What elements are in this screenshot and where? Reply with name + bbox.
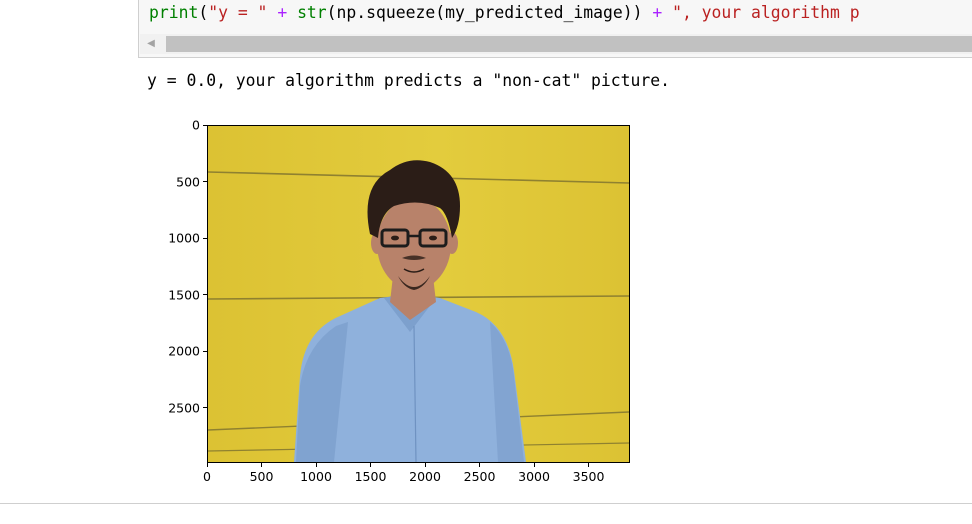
y-tick-label: 0	[192, 117, 200, 133]
code-token: +	[652, 3, 663, 22]
x-tick-label: 1000	[300, 469, 332, 484]
code-token: print	[149, 3, 199, 22]
code-token: (np.squeeze(my_predicted_image))	[326, 3, 643, 22]
x-tick-label: 3500	[572, 469, 605, 484]
photo-face	[377, 198, 451, 290]
y-tick	[203, 124, 207, 126]
code-token: +	[277, 3, 288, 22]
y-tick	[203, 294, 207, 296]
y-tick	[203, 181, 207, 183]
figure: 0 500 1000 1500 2000 2500 3000 3500 0 500 1000 1500…	[140, 110, 660, 490]
displayed-photo	[208, 126, 629, 462]
x-tick-label: 2500	[463, 469, 496, 484]
code-token: ", your algorithm p	[672, 3, 860, 22]
x-tick	[588, 463, 590, 467]
y-tick-label: 1000	[168, 230, 200, 246]
scrollbar-thumb[interactable]	[166, 36, 972, 52]
output-text: y = 0.0, your algorithm predicts a "non-…	[147, 71, 671, 90]
y-tick-label: 500	[176, 174, 200, 190]
x-tick	[261, 463, 262, 467]
x-tick	[533, 463, 535, 467]
y-tick	[203, 407, 207, 409]
y-tick-label: 1500	[168, 287, 200, 303]
horizontal-scrollbar[interactable]: ◀	[140, 34, 972, 54]
code-cell[interactable]: print("y = " + str(np.squeeze(my_predict…	[138, 0, 972, 58]
x-tick	[206, 463, 208, 467]
code-token: (	[198, 3, 209, 22]
y-tick	[203, 350, 207, 352]
x-tick-label: 1500	[354, 469, 387, 484]
x-tick	[424, 463, 426, 467]
x-tick	[479, 463, 481, 467]
x-tick	[315, 463, 317, 467]
axes-frame	[207, 125, 630, 463]
scroll-left-arrow-icon[interactable]: ◀	[146, 37, 156, 51]
x-tick-label: 3000	[518, 469, 550, 484]
y-tick-label: 2000	[168, 343, 200, 359]
x-tick-label: 2000	[409, 469, 441, 484]
bottom-divider	[0, 503, 972, 504]
y-tick-label: 2500	[168, 400, 200, 416]
x-tick-label: 500	[249, 469, 274, 484]
code-token: "y = "	[208, 3, 268, 22]
code-line[interactable]: print("y = " + str(np.squeeze(my_predict…	[149, 3, 860, 23]
x-tick-label: 0	[203, 469, 211, 484]
x-tick	[370, 463, 372, 467]
code-token: str	[297, 3, 327, 22]
y-tick	[203, 237, 207, 239]
